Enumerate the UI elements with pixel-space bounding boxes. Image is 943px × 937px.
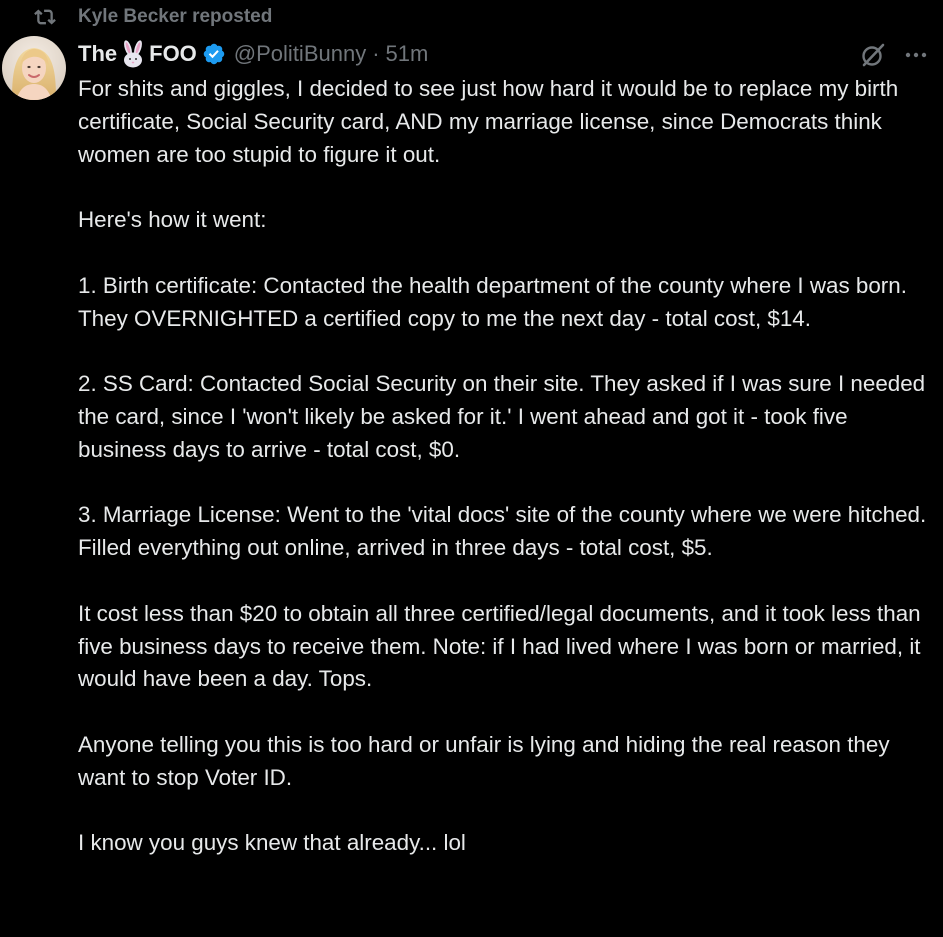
tweet-paragraph: 3. Marriage License: Went to the 'vital … xyxy=(78,502,927,561)
grok-icon[interactable] xyxy=(859,41,887,69)
repost-text: Kyle Becker reposted xyxy=(78,6,273,27)
more-icon[interactable] xyxy=(902,41,930,69)
tweet-paragraph: Here's how it went: xyxy=(78,207,267,233)
avatar-image xyxy=(2,36,66,100)
separator-dot: · xyxy=(372,41,380,66)
tweet-paragraph: 2. SS Card: Contacted Social Security on… xyxy=(78,371,926,462)
tweet-paragraph: Anyone telling you this is too hard or u… xyxy=(78,731,890,790)
verified-badge-icon xyxy=(203,43,225,65)
avatar[interactable] xyxy=(2,36,66,100)
post-timestamp[interactable]: 51m xyxy=(386,41,429,67)
display-name[interactable]: The FOO xyxy=(78,40,197,68)
tweet-header: The FOO @PolitiBunny · 51m xyxy=(78,38,428,70)
author-handle[interactable]: @PolitiBunny xyxy=(234,41,366,67)
tweet-paragraph: For shits and giggles, I decided to see … xyxy=(78,76,899,167)
repost-icon xyxy=(34,9,56,25)
tweet-paragraph: 1. Birth certificate: Contacted the heal… xyxy=(78,272,907,331)
display-name-suffix: FOO xyxy=(149,41,197,66)
tweet-paragraph: It cost less than $20 to obtain all thre… xyxy=(78,600,921,692)
rabbit-face-icon xyxy=(124,40,143,68)
display-name-prefix: The xyxy=(78,41,118,66)
tweet-text: For shits and giggles, I decided to see … xyxy=(78,73,930,893)
tweet-paragraph: I know you guys knew that already... lol xyxy=(78,830,466,856)
repost-indicator[interactable]: Kyle Becker reposted xyxy=(34,4,272,30)
